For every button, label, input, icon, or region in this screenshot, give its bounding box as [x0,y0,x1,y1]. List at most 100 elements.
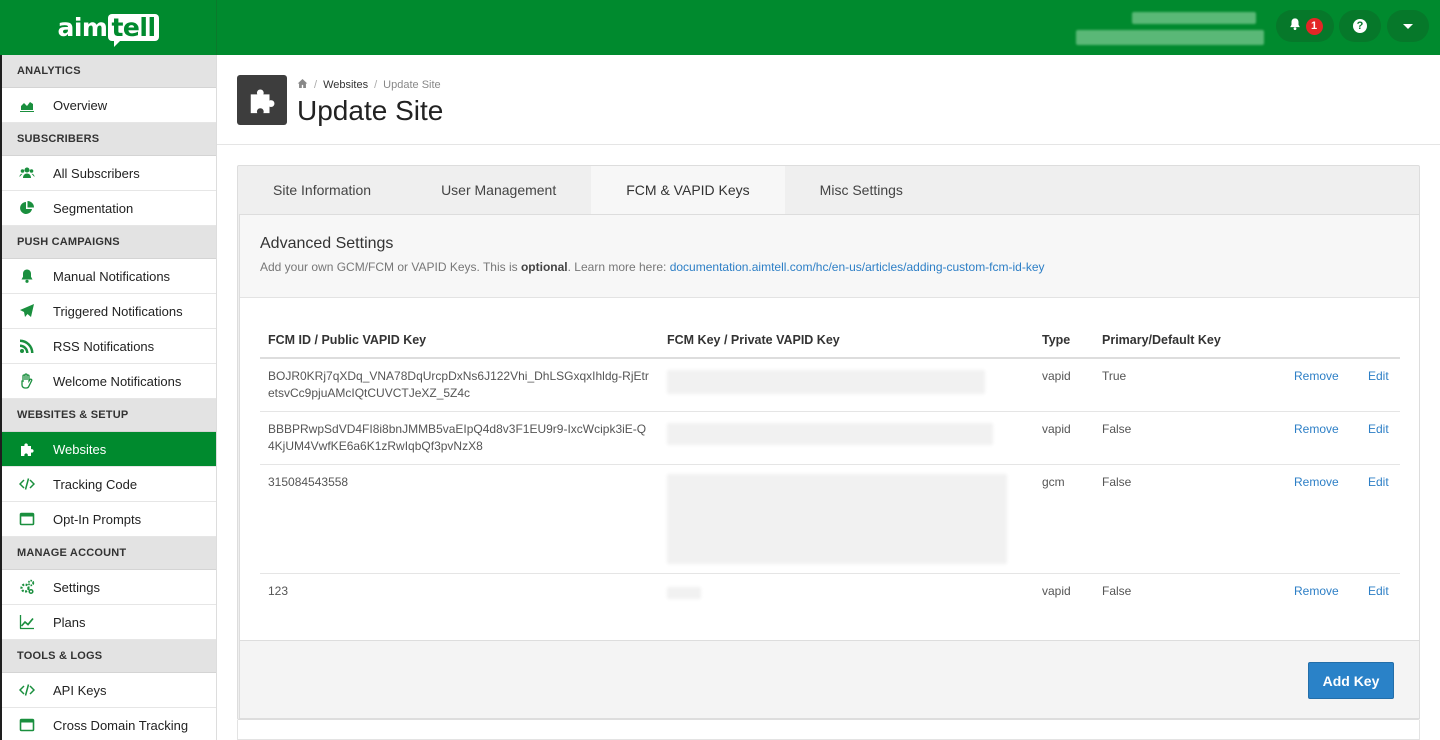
paper-plane-icon [18,302,36,320]
tab-user-management[interactable]: User Management [406,166,591,214]
documentation-link[interactable]: documentation.aimtell.com/hc/en-us/artic… [670,260,1045,274]
public-key-cell: BBBPRwpSdVD4FI8i8bnJMMB5vaEIpQ4d8v3F1EU9… [260,411,659,465]
remove-cell: Remove [1286,358,1360,412]
sidebar-item-plans[interactable]: Plans [0,605,216,640]
redacted-private-key [667,423,993,445]
primary-cell: True [1094,358,1286,412]
edit-cell: Edit [1360,574,1400,610]
sidebar-item-rss-notifications[interactable]: RSS Notifications [0,329,216,364]
sidebar-item-all-subscribers[interactable]: All Subscribers [0,156,216,191]
sidebar-section-manage-account: MANAGE ACCOUNT [0,537,216,570]
breadcrumb: / Websites / Update Site [297,78,441,92]
edit-cell: Edit [1360,411,1400,465]
notifications-button[interactable]: 1 [1276,10,1334,42]
primary-cell: False [1094,464,1286,574]
sidebar-item-label: Manual Notifications [53,268,171,284]
sidebar-item-welcome-notifications[interactable]: Welcome Notifications [0,364,216,399]
sidebar-item-label: API Keys [53,682,107,698]
primary-cell: False [1102,584,1132,598]
page-header: / Websites / Update Site Update Site [217,55,1440,145]
private-key-cell [659,464,1034,574]
code-icon [18,681,36,699]
public-key-cell: 123 [268,584,289,598]
edit-link[interactable]: Edit [1368,369,1389,383]
redacted-private-key [667,587,701,599]
bell-icon [1288,17,1302,36]
logo-area[interactable]: aim tell [0,0,217,55]
rss-icon [18,337,36,355]
home-icon[interactable] [297,78,308,92]
add-key-button[interactable]: Add Key [1308,662,1394,699]
sidebar-item-triggered-notifications[interactable]: Triggered Notifications [0,294,216,329]
private-key-cell [659,411,1034,465]
edit-link[interactable]: Edit [1368,422,1389,436]
desc-text: Add your own GCM/FCM or VAPID Keys. This… [260,260,521,274]
sidebar-item-api-keys[interactable]: API Keys [0,673,216,708]
edit-link[interactable]: Edit [1368,475,1389,489]
advanced-settings-description: Add your own GCM/FCM or VAPID Keys. This… [260,260,1045,274]
type-cell: vapid [1034,411,1094,465]
table-row: 315084543558 gcm False Remove Edit [260,464,1400,574]
sidebar-item-label: Websites [53,441,107,457]
sidebar-item-segmentation[interactable]: Segmentation [0,191,216,226]
primary-cell: False [1094,411,1286,465]
sidebar-item-label: Tracking Code [53,476,138,492]
settings-panel: Site Information User Management FCM & V… [237,165,1420,720]
remove-cell: Remove [1286,411,1360,465]
remove-link[interactable]: Remove [1294,475,1339,489]
account-menu-button[interactable] [1387,10,1429,42]
aimtell-logo[interactable]: aim tell [57,13,159,47]
tab-content: Advanced Settings Add your own GCM/FCM o… [239,214,1420,719]
sidebar-item-cross-domain-tracking[interactable]: Cross Domain Tracking [0,708,216,740]
desc-text: . Learn more here: [567,260,670,274]
page-title: Update Site [297,95,444,126]
tab-fcm-vapid-keys[interactable]: FCM & VAPID Keys [591,166,785,214]
sidebar-item-label: Cross Domain Tracking [53,717,189,733]
sidebar-item-settings[interactable]: Settings [0,570,216,605]
keys-table: FCM ID / Public VAPID Key FCM Key / Priv… [260,323,1400,609]
public-key-cell: 315084543558 [260,464,659,574]
remove-link[interactable]: Remove [1294,369,1339,383]
tab-bar: Site Information User Management FCM & V… [238,166,938,214]
breadcrumb-separator: / [314,79,318,91]
table-row: 123 vapid False Remove Edit [260,574,1400,610]
remove-cell: Remove [1286,464,1360,574]
redacted-account-email[interactable] [1076,30,1264,45]
sidebar-section-push-campaigns: PUSH CAMPAIGNS [0,226,216,259]
logo-text-right: tell [108,14,159,47]
hand-wave-icon [18,372,36,390]
private-key-cell [659,574,1034,610]
edit-cell: Edit [1360,464,1400,574]
edit-link[interactable]: Edit [1368,584,1389,598]
remove-link[interactable]: Remove [1294,422,1339,436]
redacted-account-name[interactable] [1132,12,1256,24]
sidebar-item-manual-notifications[interactable]: Manual Notifications [0,259,216,294]
sidebar-item-label: Overview [53,97,108,113]
sidebar-section-websites-setup: WEBSITES & SETUP [0,399,216,432]
sidebar-item-label: Segmentation [53,200,134,216]
puzzle-icon [237,75,287,125]
window-icon [18,510,36,528]
tab-site-information[interactable]: Site Information [238,166,406,214]
advanced-settings-header: Advanced Settings Add your own GCM/FCM o… [240,215,1419,298]
public-key-cell: BOJR0KRj7qXDq_VNA78DqUrcpDxNs6J122Vhi_Dh… [260,358,659,412]
cogs-icon [18,578,36,596]
redacted-private-key [667,370,985,394]
sidebar-item-websites[interactable]: Websites [0,432,216,467]
sidebar-item-label: All Subscribers [53,165,140,181]
top-bar: aim tell 1 ? [0,0,1440,55]
remove-link[interactable]: Remove [1294,584,1339,598]
sidebar-item-label: RSS Notifications [53,338,155,354]
breadcrumb-websites-link[interactable]: Websites [323,79,368,91]
tab-misc-settings[interactable]: Misc Settings [785,166,938,214]
help-button[interactable]: ? [1339,10,1381,42]
caret-down-icon [1403,23,1413,29]
users-icon [18,164,36,182]
private-key-cell [659,358,1034,412]
sidebar-item-overview[interactable]: Overview [0,88,216,123]
sidebar-item-label: Welcome Notifications [53,373,182,389]
sidebar-item-opt-in-prompts[interactable]: Opt-In Prompts [0,502,216,537]
sidebar-item-tracking-code[interactable]: Tracking Code [0,467,216,502]
col-type: Type [1034,323,1094,359]
sidebar-section-tools-logs: TOOLS & LOGS [0,640,216,673]
